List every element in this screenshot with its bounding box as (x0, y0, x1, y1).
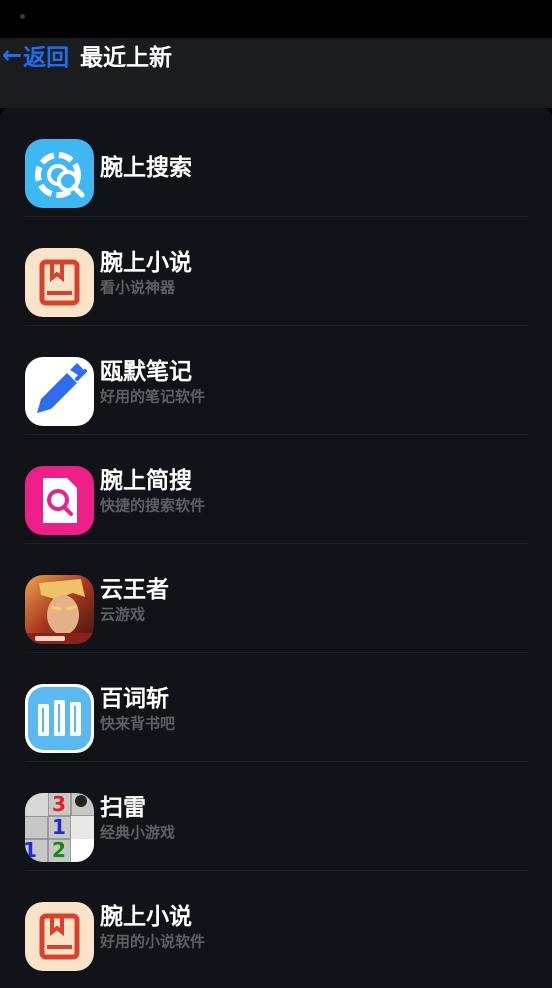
app-subtitle: 快捷的搜索软件 (100, 496, 206, 515)
page-title: 最近上新 (80, 45, 172, 71)
list-item-app-2[interactable]: 瓯默笔记 好用的笔记软件 (25, 326, 528, 435)
header: ← 返回 最近上新 (0, 38, 552, 108)
app-name: 腕上小说 (100, 904, 192, 930)
app-name: 腕上简搜 (100, 468, 192, 494)
svg-text:2: 2 (52, 838, 66, 862)
list-item-app-6[interactable]: 3 1 2 1 扫雷 经典小游戏 (25, 762, 528, 871)
word-cards-icon (25, 684, 94, 753)
app-name: 百词斩 (100, 686, 169, 712)
svg-text:3: 3 (52, 793, 66, 816)
document-search-icon (25, 466, 94, 535)
app-subtitle: 快来背书吧 (100, 714, 176, 733)
app-subtitle: 看小说神器 (100, 278, 176, 297)
search-gear-icon (25, 139, 94, 208)
app-subtitle: 好用的小说软件 (100, 932, 206, 951)
list-item-app-7[interactable]: 腕上小说 好用的小说软件 (25, 871, 528, 980)
back-label: 返回 (23, 45, 70, 71)
list-item-app-3[interactable]: 腕上简搜 快捷的搜索软件 (25, 435, 528, 544)
back-arrow-icon: ← (2, 41, 23, 69)
list-item-app-0[interactable]: 腕上搜索 (25, 108, 528, 217)
back-button[interactable]: ← 返回 (2, 38, 69, 72)
app-list: 腕上搜索 腕上小说 看小说神器 瓯默笔记 好用的笔记软件 腕上简搜 快捷的搜索软… (0, 108, 552, 988)
app-subtitle: 好用的笔记软件 (100, 387, 206, 406)
svg-text:1: 1 (52, 815, 66, 839)
list-item-app-1[interactable]: 腕上小说 看小说神器 (25, 217, 528, 326)
app-name: 瓯默笔记 (100, 359, 192, 385)
game-hero-icon (25, 575, 94, 644)
list-item-app-4[interactable]: 云王者 云游戏 (25, 544, 528, 653)
list-item-app-5[interactable]: 百词斩 快来背书吧 (25, 653, 528, 762)
app-subtitle: 云游戏 (100, 605, 146, 624)
app-name: 扫雷 (100, 795, 146, 821)
status-bar (0, 0, 552, 38)
app-name: 腕上小说 (100, 250, 192, 276)
book-icon (25, 902, 94, 971)
minesweeper-icon: 3 1 2 1 (25, 793, 94, 862)
pen-icon (25, 357, 94, 426)
book-icon (25, 248, 94, 317)
app-subtitle: 经典小游戏 (100, 823, 176, 842)
camera-dot (20, 14, 25, 19)
app-name: 腕上搜索 (100, 155, 192, 181)
svg-text:1: 1 (25, 838, 37, 862)
app-name: 云王者 (100, 577, 169, 603)
